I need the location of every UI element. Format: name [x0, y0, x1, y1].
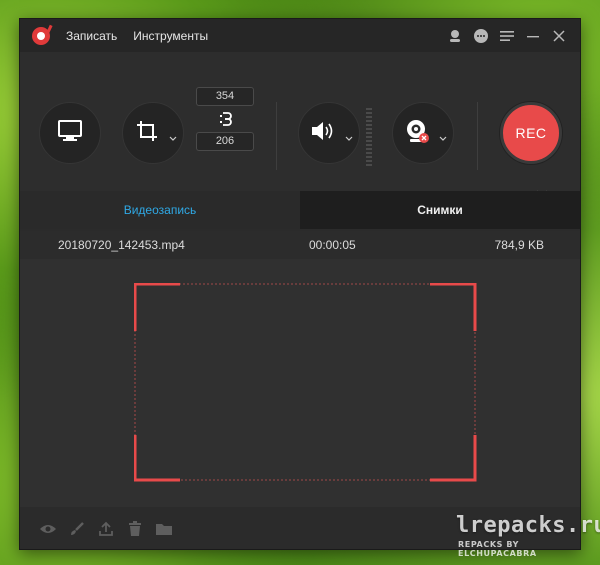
menu-bar: Записать Инструменты: [66, 29, 224, 43]
crop-icon: [136, 120, 158, 147]
list-item[interactable]: 20180720_142453.mp4 00:00:05 784,9 KB: [20, 231, 580, 259]
watermark: lrepacks.ru: [456, 513, 600, 538]
separator: [276, 102, 277, 170]
screen-button[interactable]: [39, 102, 101, 164]
rec-button[interactable]: REC: [500, 102, 562, 164]
chevron-down-icon[interactable]: [169, 129, 177, 147]
user-icon[interactable]: [442, 24, 468, 48]
trash-icon[interactable]: [125, 519, 145, 539]
app-logo-icon: [32, 24, 54, 47]
folder-icon[interactable]: [154, 519, 174, 539]
chevron-down-icon[interactable]: [345, 129, 353, 147]
title-icons: [442, 19, 572, 52]
tab-snapshots[interactable]: Снимки: [300, 191, 580, 229]
minimize-icon[interactable]: [520, 24, 546, 48]
menu-tools[interactable]: Инструменты: [133, 29, 208, 43]
capture-frame: [134, 283, 477, 482]
watermark-subtitle: REPACKS BY ELCHUPACABRA: [458, 540, 537, 558]
width-field[interactable]: 354: [196, 87, 254, 106]
height-field[interactable]: 206: [196, 132, 254, 151]
dimensions-group: 354 206: [196, 87, 256, 151]
webcam-button[interactable]: [392, 102, 454, 164]
webcam-icon: [404, 118, 430, 149]
volume-meter: [366, 108, 372, 166]
file-size: 784,9 KB: [494, 238, 544, 252]
menu-icon[interactable]: [494, 24, 520, 48]
speaker-icon: [310, 120, 336, 147]
upload-icon[interactable]: [96, 519, 116, 539]
chat-icon[interactable]: [468, 24, 494, 48]
file-duration: 00:00:05: [309, 238, 356, 252]
separator: [477, 102, 478, 170]
link-icon[interactable]: [196, 106, 256, 132]
eye-icon[interactable]: [38, 519, 58, 539]
controls-panel: 354 206 REC: [20, 52, 580, 213]
region-button[interactable]: [122, 102, 184, 164]
brush-icon[interactable]: [67, 519, 87, 539]
tab-video[interactable]: Видеозапись: [20, 191, 300, 229]
chevron-down-icon[interactable]: [439, 129, 447, 147]
tab-bar: Видеозапись Снимки: [20, 191, 580, 229]
menu-record[interactable]: Записать: [66, 29, 117, 43]
app-window: Записать Инструменты 354 206 REC Видеоза…: [19, 18, 581, 550]
titlebar: Записать Инструменты: [20, 19, 580, 52]
file-name: 20180720_142453.mp4: [58, 238, 185, 252]
monitor-icon: [57, 119, 83, 148]
audio-button[interactable]: [298, 102, 360, 164]
close-icon[interactable]: [546, 24, 572, 48]
